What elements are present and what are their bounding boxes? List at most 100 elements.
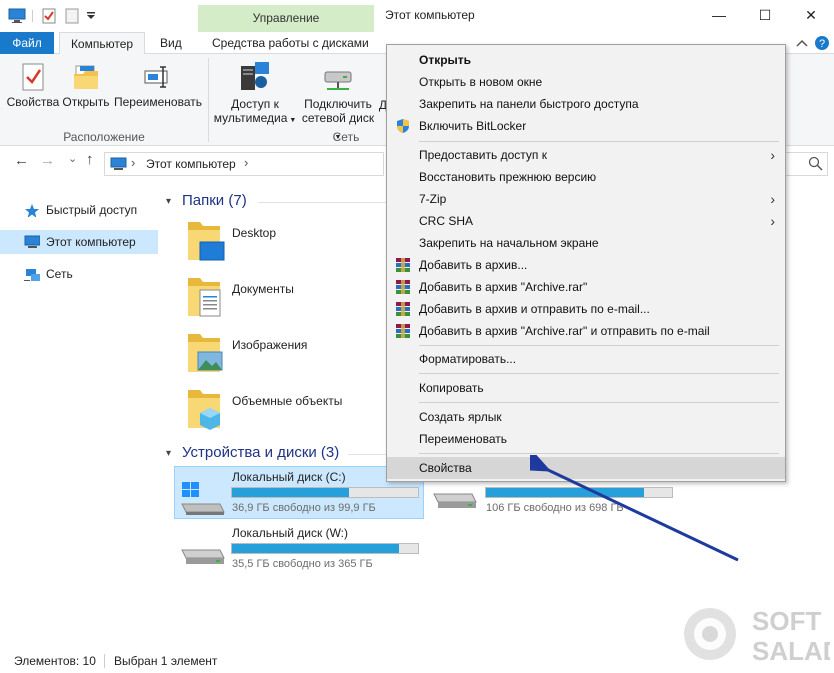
- drive-c-label: Локальный диск (C:): [232, 470, 346, 484]
- back-button[interactable]: ←: [14, 152, 29, 169]
- menu-item-format[interactable]: Форматировать...: [387, 348, 785, 370]
- minimize-button[interactable]: —: [696, 0, 742, 32]
- manage-context-tab-header[interactable]: Управление: [198, 5, 374, 32]
- drive-w-usage-fill: [232, 544, 400, 553]
- tab-computer[interactable]: Компьютер: [59, 32, 145, 55]
- status-item-count: Элементов: 10: [14, 654, 96, 668]
- drive-c-usage-fill: [232, 488, 350, 497]
- search-icon[interactable]: [808, 156, 824, 172]
- menu-item-pin-start[interactable]: Закрепить на начальном экране: [387, 232, 785, 254]
- open-folder-icon: [74, 65, 98, 89]
- menu-item-add-archive-rar-label: Добавить в архив "Archive.rar": [419, 280, 588, 294]
- folders-header-line: [258, 202, 386, 203]
- menu-item-7zip-label: 7-Zip: [419, 192, 447, 206]
- folder-pictures-label[interactable]: Изображения: [232, 338, 307, 352]
- menu-item-add-archive-rar-email-label: Добавить в архив "Archive.rar" и отправи…: [419, 324, 710, 338]
- nav-quick-access[interactable]: Быстрый доступ: [0, 198, 158, 222]
- menu-item-crc-sha-label: CRC SHA: [419, 214, 474, 228]
- winrar-icon: [396, 302, 410, 316]
- system-drive-icon: [181, 482, 225, 515]
- tab-view[interactable]: Вид: [150, 32, 192, 54]
- desktop-folder-icon: [188, 222, 225, 261]
- media-server-icon: [241, 62, 269, 90]
- this-pc-icon: [24, 235, 40, 248]
- ribbon-open-button[interactable]: Открыть: [60, 62, 112, 109]
- nav-network[interactable]: Сеть: [0, 262, 158, 286]
- recent-locations-button[interactable]: ⌄: [68, 152, 77, 165]
- drive-c-usage-bar: [231, 487, 419, 498]
- forward-button[interactable]: →: [40, 152, 55, 169]
- ribbon-media-access-button[interactable]: Доступ к мультимедиа ▼: [212, 60, 298, 128]
- new-folder-icon[interactable]: [64, 8, 80, 24]
- winrar-icon: [396, 280, 410, 294]
- context-menu: Открыть Открыть в новом окне Закрепить н…: [386, 44, 786, 482]
- media-access-label-line2: мультимедиа: [213, 111, 288, 125]
- menu-item-copy[interactable]: Копировать: [387, 377, 785, 399]
- menu-item-bitlocker-label: Включить BitLocker: [419, 119, 527, 133]
- ribbon-properties-label: Свойства: [6, 95, 60, 109]
- menu-item-restore-previous[interactable]: Восстановить прежнюю версию: [387, 166, 785, 188]
- menu-separator: [419, 141, 779, 142]
- menu-separator: [419, 453, 779, 454]
- folders-collapse-chevron-icon[interactable]: ▾: [166, 196, 171, 207]
- maximize-button[interactable]: ☐: [742, 0, 788, 32]
- menu-item-add-archive-rar[interactable]: Добавить в архив "Archive.rar": [387, 276, 785, 298]
- menu-item-bitlocker[interactable]: Включить BitLocker: [387, 115, 785, 137]
- menu-item-open[interactable]: Открыть: [387, 49, 785, 71]
- tab-drive-tools[interactable]: Средства работы с дисками: [202, 32, 379, 54]
- menu-item-share-label: Предоставить доступ к: [419, 148, 547, 162]
- breadcrumb-separator: ›: [131, 155, 136, 170]
- drives-header-line: [348, 454, 386, 455]
- menu-item-share[interactable]: Предоставить доступ к ›: [387, 144, 785, 166]
- menu-item-pin-quick-access[interactable]: Закрепить на панели быстрого доступа: [387, 93, 785, 115]
- menu-item-rename[interactable]: Переименовать: [387, 428, 785, 450]
- menu-item-7zip[interactable]: 7-Zip ›: [387, 188, 785, 210]
- ribbon-rename-button[interactable]: Переименовать: [112, 62, 204, 109]
- menu-item-create-shortcut[interactable]: Создать ярлык: [387, 406, 785, 428]
- customize-dropdown-icon[interactable]: [86, 12, 96, 20]
- close-button[interactable]: ✕: [788, 0, 834, 32]
- ribbon-open-label: Открыть: [62, 95, 110, 109]
- drive-w-usage-bar: [231, 543, 419, 554]
- menu-item-add-archive-email[interactable]: Добавить в архив и отправить по e-mail..…: [387, 298, 785, 320]
- computer-icon: [8, 8, 26, 23]
- menu-item-add-archive-rar-email[interactable]: Добавить в архив "Archive.rar" и отправи…: [387, 320, 785, 342]
- properties-check-icon[interactable]: [41, 8, 57, 24]
- nav-network-label: Сеть: [46, 267, 73, 281]
- menu-separator: [419, 373, 779, 374]
- help-icon[interactable]: ?: [814, 35, 830, 51]
- drive-w-label[interactable]: Локальный диск (W:): [232, 526, 348, 540]
- status-divider: [104, 654, 105, 668]
- folders-group-header[interactable]: Папки (7): [182, 192, 247, 209]
- menu-item-open-new-window[interactable]: Открыть в новом окне: [387, 71, 785, 93]
- network-icon: [24, 269, 40, 281]
- menu-separator: [419, 402, 779, 403]
- media-dropdown-icon: ▼: [287, 117, 297, 124]
- breadcrumb-this-pc[interactable]: Этот компьютер: [146, 157, 236, 171]
- ribbon-properties-button[interactable]: Свойства: [6, 62, 60, 109]
- qat-divider: [32, 10, 33, 22]
- drives-collapse-chevron-icon[interactable]: ▾: [166, 448, 171, 459]
- pictures-folder-icon: [188, 334, 223, 372]
- documents-folder-icon: [188, 278, 221, 317]
- location-group-label: Расположение: [63, 130, 145, 144]
- ribbon-rename-label: Переименовать: [114, 95, 202, 109]
- submenu-arrow-icon: ›: [770, 213, 775, 229]
- breadcrumb-expand-chevron[interactable]: ›: [244, 155, 248, 170]
- ribbon-collapse-chevron-icon[interactable]: [796, 38, 808, 48]
- menu-item-crc-sha[interactable]: CRC SHA ›: [387, 210, 785, 232]
- tab-file[interactable]: Файл: [0, 32, 54, 54]
- drives-group-header[interactable]: Устройства и диски (3): [182, 444, 339, 461]
- watermark-line1: SOFT: [752, 606, 821, 636]
- drive-w-free-space: 35,5 ГБ свободно из 365 ГБ: [232, 558, 373, 570]
- folder-documents-label[interactable]: Документы: [232, 282, 294, 296]
- menu-item-add-archive-label: Добавить в архив...: [419, 258, 528, 272]
- nav-this-pc[interactable]: Этот компьютер: [0, 230, 158, 254]
- folder-desktop-label[interactable]: Desktop: [232, 226, 276, 240]
- menu-item-add-archive[interactable]: Добавить в архив...: [387, 254, 785, 276]
- this-pc-address-icon: [110, 157, 127, 170]
- folder-3d-objects-label[interactable]: Объемные объекты: [232, 394, 342, 408]
- nav-this-pc-label: Этот компьютер: [46, 235, 136, 249]
- window-title: Этот компьютер: [385, 8, 475, 22]
- up-button[interactable]: ↑: [86, 151, 94, 168]
